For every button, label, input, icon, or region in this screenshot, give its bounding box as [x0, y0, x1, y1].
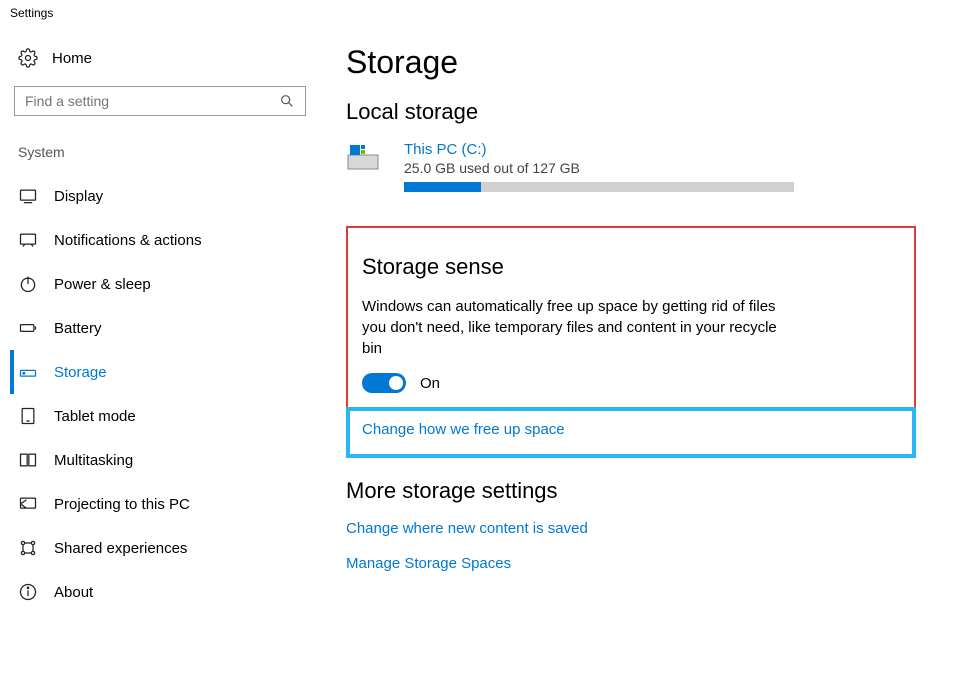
sidebar: Home System Display Notifications & acti…	[0, 26, 320, 614]
more-settings-heading: More storage settings	[346, 478, 916, 504]
local-storage-heading: Local storage	[346, 99, 916, 125]
sidebar-item-about[interactable]: About	[10, 570, 306, 614]
search-icon	[279, 93, 295, 109]
home-label: Home	[52, 50, 92, 67]
storage-icon	[18, 362, 38, 382]
display-icon	[18, 186, 38, 206]
storage-sense-toggle[interactable]	[362, 373, 406, 393]
sidebar-item-multitasking[interactable]: Multitasking	[10, 438, 306, 482]
sidebar-item-label: Battery	[54, 320, 102, 337]
sidebar-item-battery[interactable]: Battery	[10, 306, 306, 350]
about-icon	[18, 582, 38, 602]
storage-sense-toggle-label: On	[420, 375, 440, 392]
sidebar-item-display[interactable]: Display	[10, 174, 306, 218]
storage-sense-highlight: Storage sense Windows can automatically …	[346, 226, 916, 407]
disk-usage-text: 25.0 GB used out of 127 GB	[404, 160, 794, 176]
power-icon	[18, 274, 38, 294]
sidebar-item-label: Notifications & actions	[54, 232, 202, 249]
new-content-link[interactable]: Change where new content is saved	[346, 520, 588, 537]
sidebar-item-label: Tablet mode	[54, 408, 136, 425]
disk-link[interactable]: This PC (C:)	[404, 141, 487, 158]
page-title: Storage	[346, 44, 916, 81]
battery-icon	[18, 318, 38, 338]
window-title: Settings	[0, 0, 956, 26]
sidebar-item-storage[interactable]: Storage	[10, 350, 306, 394]
storage-sense-heading: Storage sense	[362, 254, 900, 280]
sidebar-group-label: System	[14, 144, 306, 174]
search-box[interactable]	[14, 86, 306, 116]
multitasking-icon	[18, 450, 38, 470]
sidebar-item-label: Power & sleep	[54, 276, 151, 293]
sidebar-item-power[interactable]: Power & sleep	[10, 262, 306, 306]
sidebar-item-label: Display	[54, 188, 103, 205]
sidebar-item-label: Projecting to this PC	[54, 496, 190, 513]
notifications-icon	[18, 230, 38, 250]
gear-icon	[18, 48, 38, 68]
sidebar-item-label: Storage	[54, 364, 107, 381]
shared-icon	[18, 538, 38, 558]
sidebar-item-tablet[interactable]: Tablet mode	[10, 394, 306, 438]
disk-entry[interactable]: This PC (C:) 25.0 GB used out of 127 GB	[346, 141, 916, 192]
search-input[interactable]	[25, 93, 279, 109]
storage-spaces-link[interactable]: Manage Storage Spaces	[346, 555, 511, 572]
storage-sense-description: Windows can automatically free up space …	[362, 296, 792, 359]
change-free-space-highlight: Change how we free up space	[346, 407, 916, 458]
tablet-icon	[18, 406, 38, 426]
sidebar-item-label: About	[54, 584, 93, 601]
sidebar-item-projecting[interactable]: Projecting to this PC	[10, 482, 306, 526]
sidebar-item-notifications[interactable]: Notifications & actions	[10, 218, 306, 262]
change-free-space-link[interactable]: Change how we free up space	[362, 421, 565, 438]
sidebar-item-label: Shared experiences	[54, 540, 187, 557]
sidebar-item-label: Multitasking	[54, 452, 133, 469]
disk-usage-bar	[404, 182, 794, 192]
projecting-icon	[18, 494, 38, 514]
content-area: Storage Local storage This PC (C:) 25.0 …	[320, 26, 956, 614]
home-nav[interactable]: Home	[14, 26, 306, 86]
disk-usage-bar-fill	[404, 182, 481, 192]
sidebar-item-shared[interactable]: Shared experiences	[10, 526, 306, 570]
disk-icon	[346, 141, 380, 175]
